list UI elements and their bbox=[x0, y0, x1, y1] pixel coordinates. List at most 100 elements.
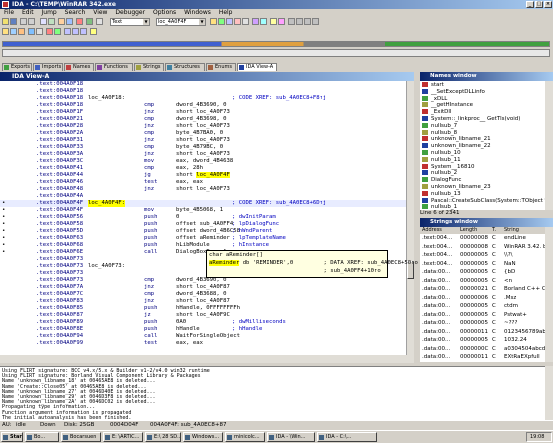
menu-search[interactable]: Search bbox=[65, 9, 86, 16]
line-operand[interactable]: eax, dword_4B4638 bbox=[176, 158, 233, 165]
hex-icon[interactable] bbox=[288, 18, 295, 25]
strings-row[interactable]: .data:00... 00000005 C <n bbox=[420, 277, 545, 285]
rename-icon[interactable] bbox=[278, 18, 285, 25]
disasm-line[interactable]: • .text:004A0F4F loc_4A0F4F: ; CODE XREF: s… bbox=[0, 200, 406, 207]
string-icon[interactable] bbox=[226, 18, 233, 25]
line-operand[interactable]: dword_4B3690, 0 bbox=[176, 277, 227, 284]
line-operand[interactable]: 0A0 bbox=[176, 319, 186, 326]
menu-debugger[interactable]: Debugger bbox=[115, 9, 145, 16]
disasm-line[interactable]: .text:004A0F8E push hHandle ; hHandle bbox=[0, 326, 406, 333]
strings-row[interactable]: .text:004... 00000005 C \\?\ bbox=[420, 251, 545, 259]
disasm-line[interactable]: .text:004A0F31 jnz short loc_4A0F73 bbox=[0, 137, 406, 144]
tab-functions[interactable]: Functions bbox=[95, 63, 133, 71]
disasm-line[interactable]: .text:004A0F85 push hHandle, 0FFFFFFFFh bbox=[0, 305, 406, 312]
strings-row[interactable]: .data:00... 00000005 C {bD bbox=[420, 268, 545, 276]
line-operand[interactable]: byte_4B7BA0, 0 bbox=[176, 130, 223, 137]
col-string[interactable]: String bbox=[504, 227, 519, 233]
strings-row[interactable]: .data:00... 00000005 C Pstwat+ bbox=[420, 311, 545, 319]
disasm-line[interactable]: .text:004A0F4A bbox=[0, 193, 406, 200]
disasm-line[interactable]: .text:004A0F28 jnz short loc_4A0F73 bbox=[0, 123, 406, 130]
binary-icon[interactable] bbox=[66, 18, 73, 25]
taskbar-item[interactable]: IDA - C:\... bbox=[317, 432, 377, 442]
disassembly-scrollbar[interactable] bbox=[406, 81, 414, 355]
tab-structures[interactable]: Structures bbox=[165, 63, 205, 71]
names-list[interactable]: start __SetExceptDLLinfo _xDLL __getHInstan… bbox=[420, 81, 545, 210]
strings-row[interactable]: .text:004... 00000005 C NaN bbox=[420, 260, 545, 268]
breakpoint-icon[interactable] bbox=[46, 28, 53, 35]
col-length[interactable]: Length bbox=[460, 227, 477, 233]
line-operand[interactable]: dword_4B3690, 0 bbox=[176, 102, 227, 109]
line-operand[interactable]: short loc_4A0F73 bbox=[176, 151, 230, 158]
disasm-line[interactable]: .text:004A0F87 jz short loc_4A0F9C bbox=[0, 312, 406, 319]
forward-icon[interactable] bbox=[28, 18, 35, 25]
disasm-line[interactable]: .text:004A0F7A jnz short loc_4A0F87 bbox=[0, 284, 406, 291]
text-icon[interactable] bbox=[58, 18, 65, 25]
back-icon[interactable] bbox=[20, 18, 27, 25]
line-operand[interactable]: dword_4B3688, 0 bbox=[176, 291, 227, 298]
pause-icon[interactable] bbox=[96, 18, 103, 25]
line-label[interactable]: loc_4A0F4F: bbox=[88, 200, 126, 207]
disasm-line[interactable]: .text:004A0F99 test eax, eax bbox=[0, 340, 406, 347]
disasm-line[interactable]: .text:004A0F94 call WaitForSingleObject bbox=[0, 333, 406, 340]
disasm-line[interactable]: .text:004A0F18 loc_4A0F18: ; CODE XREF: su… bbox=[0, 95, 406, 102]
disasm-line[interactable]: • .text:004A0F4F mov byte_4B5068, 1 bbox=[0, 207, 406, 214]
menu-options[interactable]: Options bbox=[153, 9, 176, 16]
line-label[interactable]: loc_4A0F18: bbox=[88, 95, 125, 102]
col-type[interactable]: T. bbox=[492, 227, 496, 233]
output-window[interactable]: Using FLIRT signature: BCC v4.x/5.x & Bu… bbox=[0, 366, 545, 421]
line-operand[interactable]: offset dword_4B6C58 bbox=[176, 228, 240, 235]
data-icon[interactable] bbox=[218, 18, 225, 25]
tab-ida-view-a[interactable]: IDA View-A bbox=[237, 63, 277, 71]
disasm-line[interactable]: .text:004A0F1F jnz short loc_4A0F73 bbox=[0, 109, 406, 116]
start-button[interactable]: Start bbox=[1, 432, 23, 442]
strings-row[interactable]: .data:00... 00000005 C ~??? bbox=[420, 319, 545, 327]
line-operand[interactable]: WaitForSingleObject bbox=[176, 333, 240, 340]
step-into-icon[interactable] bbox=[64, 28, 71, 35]
taskbar-item[interactable]: minicolc... bbox=[225, 432, 265, 442]
run-icon[interactable] bbox=[86, 18, 93, 25]
line-operand[interactable]: short loc_4A0F73 bbox=[176, 137, 230, 144]
line-operand[interactable]: hHandle bbox=[176, 326, 200, 333]
disasm-line[interactable]: • .text:004A0F58 push offset sub_4A0FF4; lp… bbox=[0, 221, 406, 228]
disasm-line[interactable]: .text:004A0F2A cmp byte_4B7BA0, 0 bbox=[0, 130, 406, 137]
strings-row[interactable]: .data:00... 0000000C Ca0304504abcde bbox=[420, 345, 545, 353]
close-button[interactable]: × bbox=[544, 1, 552, 8]
menu-help[interactable]: Help bbox=[219, 9, 233, 16]
trace-icon[interactable] bbox=[54, 28, 61, 35]
line-operand[interactable]: hLibModule bbox=[176, 242, 210, 249]
line-label[interactable]: loc_4A0F73: bbox=[88, 263, 125, 270]
minimize-button[interactable]: _ bbox=[526, 1, 534, 8]
menu-jump[interactable]: Jump bbox=[42, 9, 57, 16]
line-operand[interactable]: short loc_4A0F73 bbox=[176, 123, 230, 130]
disasm-line[interactable]: .text:004A0F89 push 0A0 ; dwMilliseconds bbox=[0, 319, 406, 326]
disassembly-hscrollbar[interactable] bbox=[0, 355, 414, 363]
strings-row[interactable]: .data:00... 00000011 C 0123456789abc bbox=[420, 328, 545, 336]
script-icon[interactable] bbox=[36, 28, 43, 35]
tab-strings[interactable]: Strings bbox=[134, 63, 164, 71]
taskbar-item[interactable]: Bocarsuen bbox=[61, 432, 101, 442]
disasm-line[interactable]: • .text:004A0F68 push hLibModule ; hInstance bbox=[0, 242, 406, 249]
menu-file[interactable]: File bbox=[4, 9, 14, 16]
disasm-line[interactable]: .text:004A0F18 bbox=[0, 88, 406, 95]
open-icon[interactable] bbox=[2, 18, 9, 25]
line-operand[interactable]: byte_4B5068, 1 bbox=[176, 207, 223, 214]
disasm-line[interactable]: .text:004A0F33 cmp byte_4B79BC, 0 bbox=[0, 144, 406, 151]
tab-exports[interactable]: Exports bbox=[2, 63, 32, 71]
undefine-icon[interactable] bbox=[242, 18, 249, 25]
line-operand[interactable]: short loc_4A0F87 bbox=[176, 284, 230, 291]
disassembly-listing[interactable]: .text:004A0F18 .text:004A0F18 .text:004A0F… bbox=[0, 81, 406, 355]
disasm-line[interactable]: .text:004A0F41 cmp eax, 28h bbox=[0, 165, 406, 172]
taskbar-item[interactable]: Bo... bbox=[25, 432, 59, 442]
strings-row[interactable]: .text:004... 00000008 CendLine bbox=[420, 234, 545, 242]
line-operand[interactable]: short loc_4A0F87 bbox=[176, 298, 230, 305]
strings-row[interactable]: .text:004... 00000008 C WinRAR 3.42. b bbox=[420, 243, 545, 251]
char-icon[interactable] bbox=[312, 18, 319, 25]
navigator-band[interactable] bbox=[2, 41, 550, 47]
disasm-line[interactable]: .text:004A0F48 jnz short loc_4A0F73 bbox=[0, 186, 406, 193]
disasm-line[interactable]: • .text:004A0F56 push 0 ; dwInitParam bbox=[0, 214, 406, 221]
disasm-line[interactable]: .text:004A0F18 cmp dword_4B3690, 0 bbox=[0, 102, 406, 109]
array-icon[interactable] bbox=[234, 18, 241, 25]
tab-names[interactable]: Names bbox=[64, 63, 94, 71]
taskbar-item[interactable]: IDA - \Win... bbox=[267, 432, 315, 442]
line-operand[interactable]: eax, 28h bbox=[176, 165, 203, 172]
